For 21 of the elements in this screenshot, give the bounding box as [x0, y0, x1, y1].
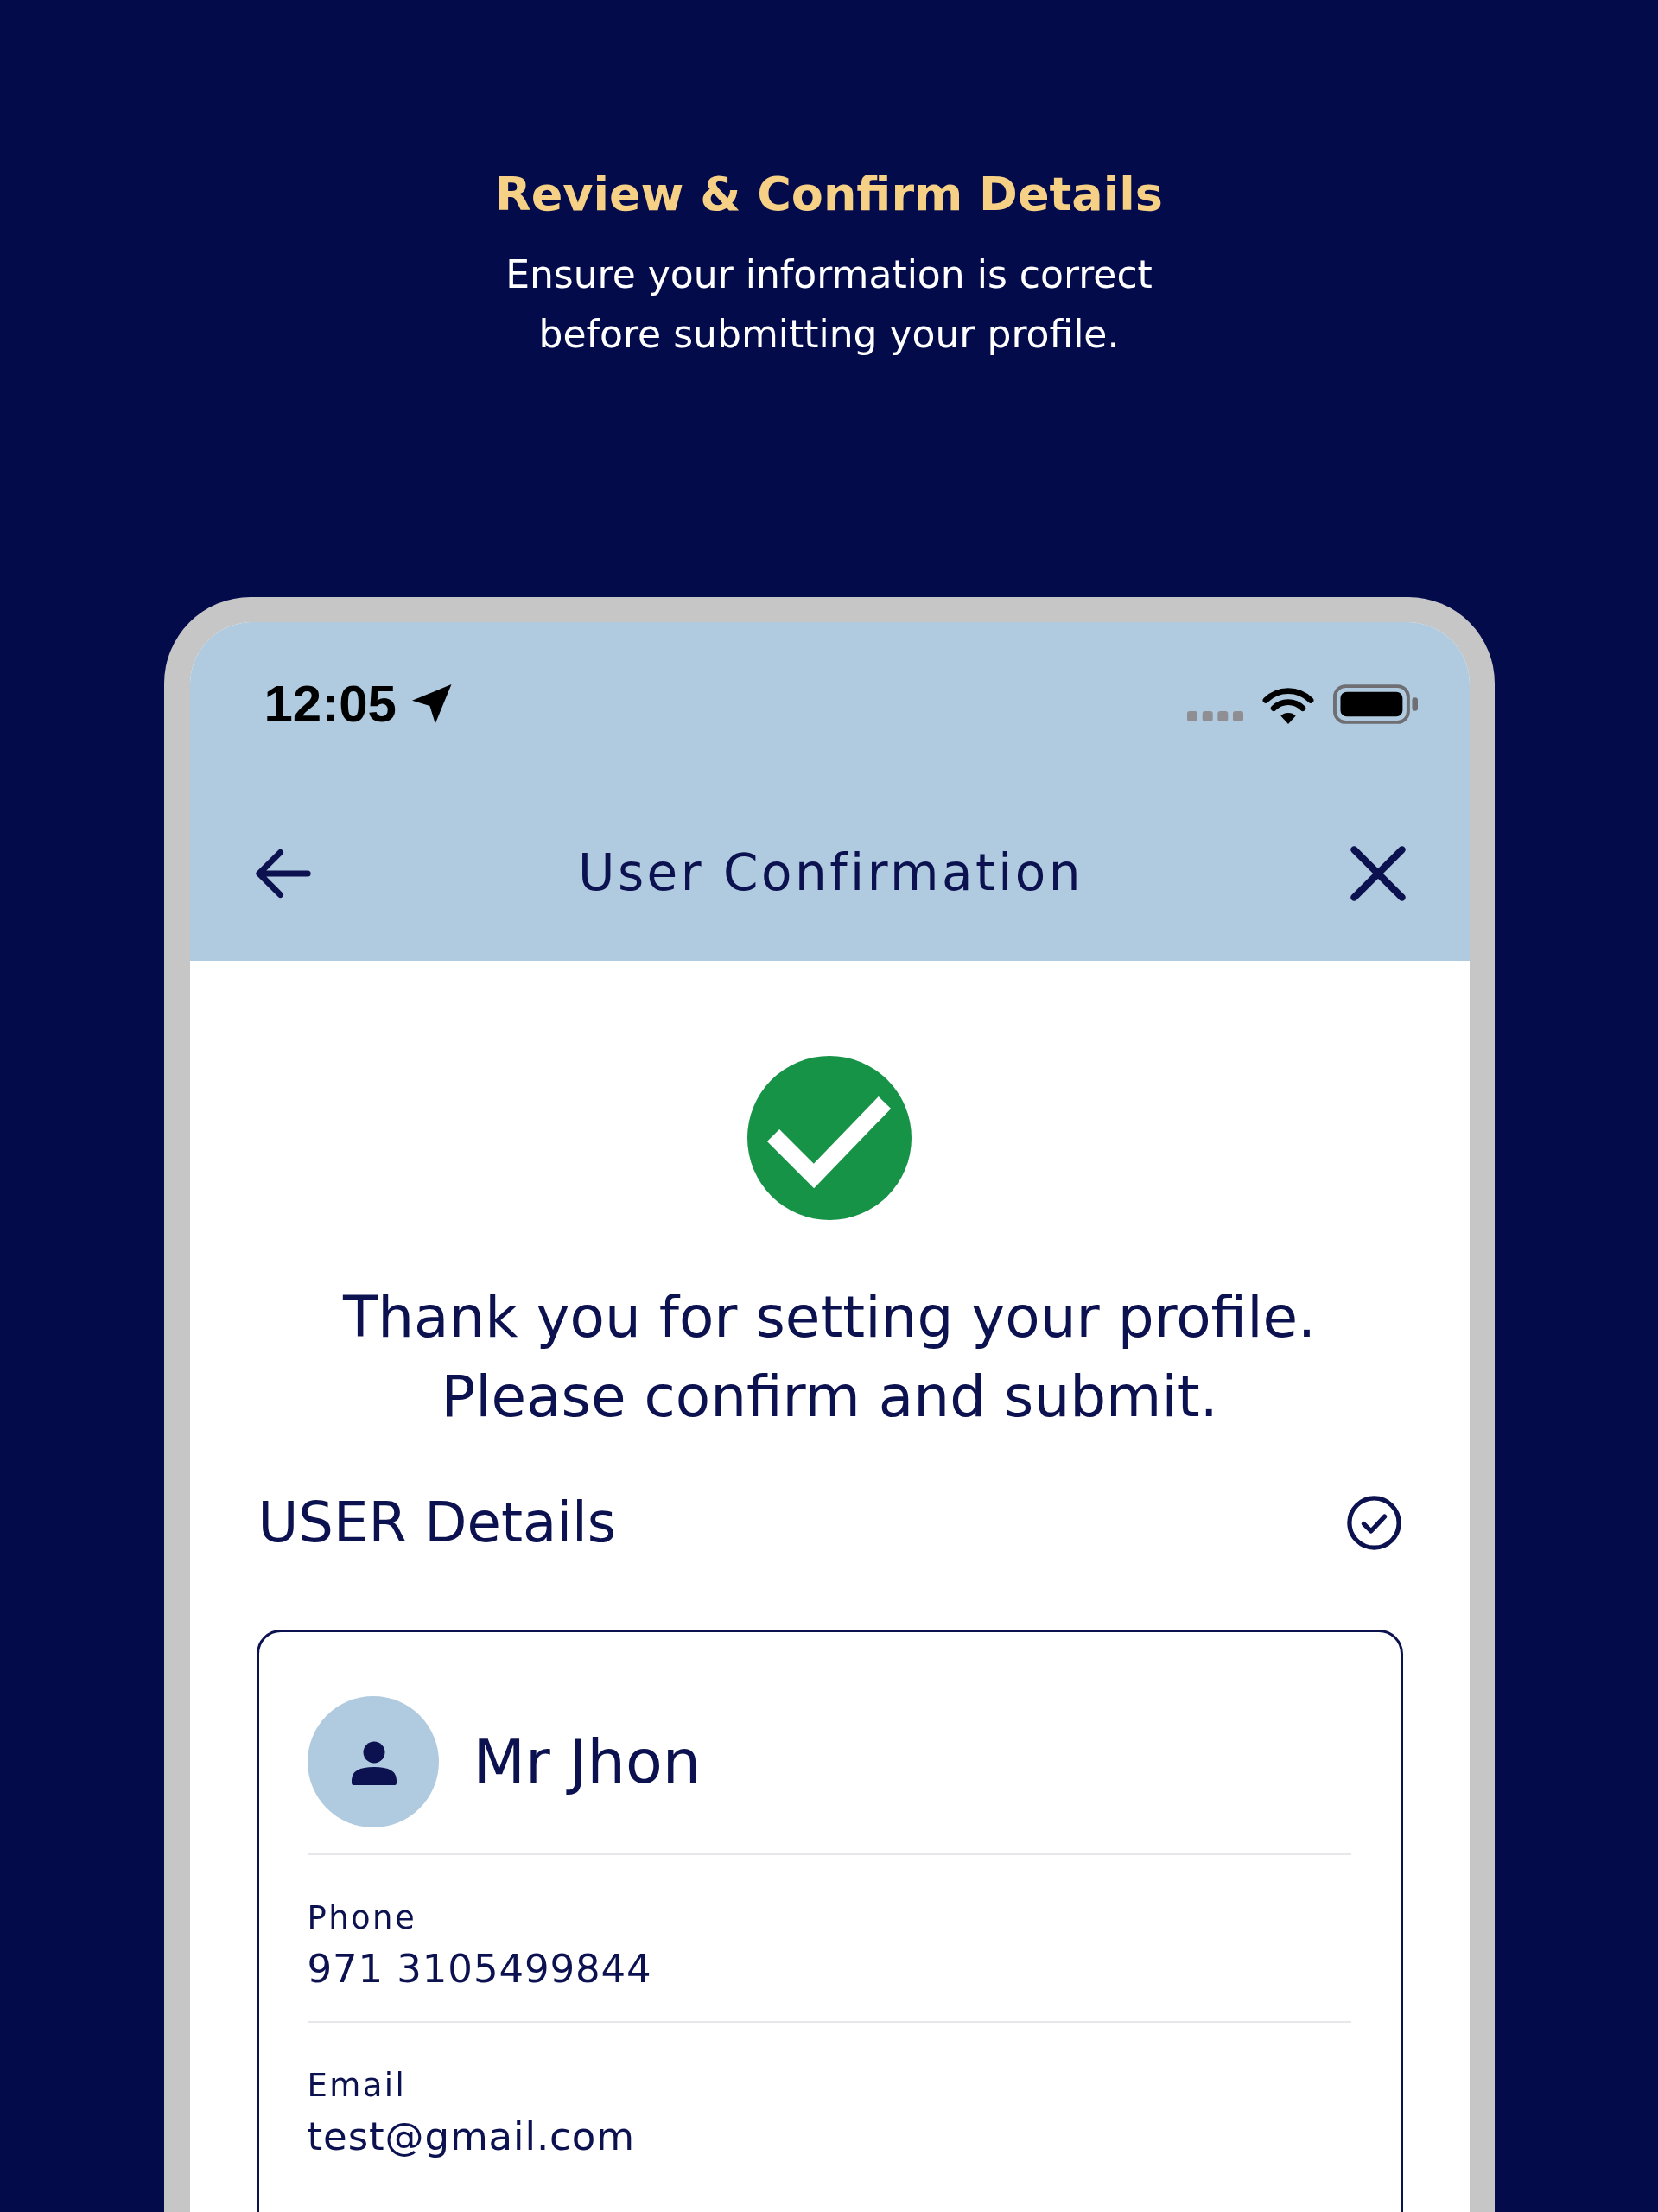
screen-title: User Confirmation [577, 843, 1083, 904]
arrow-left-icon [255, 847, 311, 900]
signal-icon [1186, 711, 1243, 721]
close-icon [1350, 846, 1407, 901]
avatar-icon [307, 1696, 439, 1827]
field-value: 971 3105499844 [307, 1945, 652, 1993]
promo-title: Review & Confirm Details [495, 166, 1163, 223]
back-button[interactable] [255, 847, 311, 900]
confirmation-message: Thank you for setting your profile. Please confirm and submit. [341, 1283, 1318, 1432]
field-value: test@gmail.com [307, 2113, 635, 2161]
close-button[interactable] [1350, 846, 1407, 901]
user-name: Mr Jhon [473, 1726, 702, 1798]
success-check-icon [747, 1056, 912, 1220]
wifi-icon [1261, 688, 1314, 724]
section-title: USER Details [257, 1490, 617, 1556]
field-label: Phone [307, 1898, 417, 1938]
field-label: Email [307, 2066, 407, 2106]
promo-subtitle: Ensure your information is correct before submitting your profile. [505, 251, 1153, 358]
battery-icon [1332, 684, 1418, 724]
location-arrow-icon [411, 684, 452, 724]
status-time: 12:05 [264, 678, 397, 730]
